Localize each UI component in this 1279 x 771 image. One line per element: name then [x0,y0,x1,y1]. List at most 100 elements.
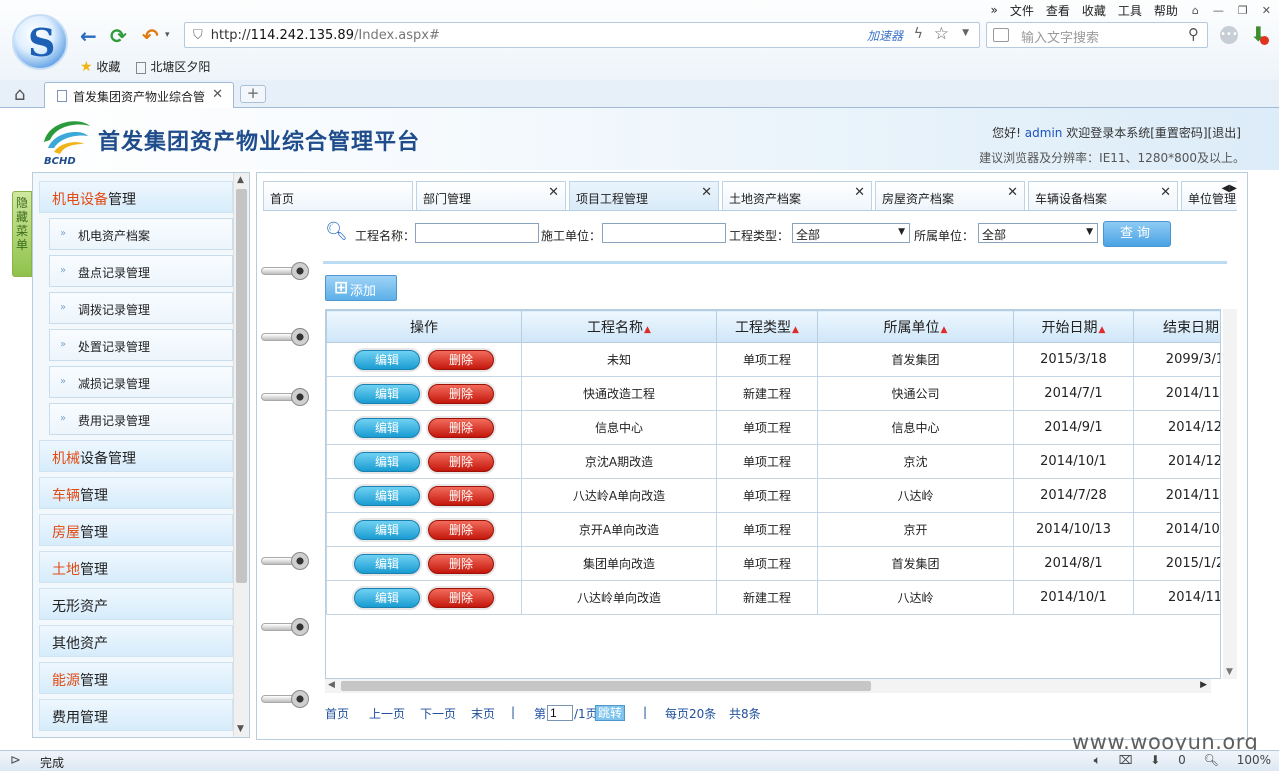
col-project-name[interactable]: 工程名称▲ [521,310,717,343]
undo-icon[interactable]: ↶ [142,24,159,48]
sidebar-toggle-icon[interactable]: ⊳ [10,753,21,768]
sidebar-item-loss[interactable]: » 减损记录管理 [49,366,233,398]
minimize-icon[interactable]: — [1213,4,1224,17]
edit-button[interactable]: 编辑 [354,383,420,404]
col-start-date[interactable]: 开始日期▲ [1013,310,1134,343]
delete-button[interactable]: 删除 [428,451,494,472]
delete-button[interactable]: 删除 [428,383,494,404]
sort-icon[interactable]: ▲ [792,325,799,335]
download-icon[interactable]: ⬇ [1250,22,1269,46]
sidebar-item-transfer[interactable]: » 调拨记录管理 [49,292,233,324]
address-dropdown-icon[interactable]: ▼ [962,28,969,38]
close-icon[interactable]: ✕ [701,185,712,200]
add-button[interactable]: ⊞ 添加 [325,275,397,301]
favorites-item[interactable]: ★ 收藏 [80,58,120,75]
menu-favorites[interactable]: 收藏 [1082,2,1106,19]
grid-scroll-thumb[interactable] [341,681,871,691]
delete-button[interactable]: 删除 [428,587,494,608]
sidebar-section-vehicle[interactable]: 车辆管理 [39,477,233,509]
col-org[interactable]: 所属单位▲ [817,310,1014,343]
scroll-up-icon[interactable]: ▲ [237,175,244,185]
grid-horizontal-scrollbar[interactable]: ◀ ▶ [325,679,1211,693]
delete-button[interactable]: 删除 [428,519,494,540]
sort-icon[interactable]: ▲ [644,325,651,335]
scroll-left-icon[interactable]: ◀ [328,680,335,690]
undo-dropdown-icon[interactable]: ▾ [165,30,170,40]
sidebar-section-other[interactable]: 其他资产 [39,625,233,657]
sidebar-section-mech-elec[interactable]: 机电设备管理 [39,181,233,213]
sidebar-item-asset-archive[interactable]: » 机电资产档案 [49,218,233,250]
close-icon[interactable]: ✕ [1160,185,1171,200]
last-page-link[interactable]: 末页 [471,705,495,722]
sidebar-item-inventory[interactable]: » 盘点记录管理 [49,255,233,287]
sidebar-section-energy[interactable]: 能源管理 [39,662,233,694]
reset-password-link[interactable]: [重置密码] [1150,126,1207,140]
delete-button[interactable]: 删除 [428,485,494,506]
edit-button[interactable]: 编辑 [354,451,420,472]
sidebar-section-land[interactable]: 土地管理 [39,551,233,583]
extension-icon[interactable]: ••• [1220,26,1238,44]
tab-land-archive[interactable]: 土地资产档案 ✕ [722,181,872,210]
close-icon[interactable]: ✕ [854,185,865,200]
briefcase-icon[interactable]: ⌧ [1119,753,1133,767]
sort-icon[interactable]: ▲ [941,325,948,335]
org-select[interactable]: 全部 ▼ [978,223,1098,243]
tab-project[interactable]: 项目工程管理 ✕ [569,181,719,210]
zoom-level[interactable]: 🔍︎ 100% [1204,753,1271,767]
menu-tools[interactable]: 工具 [1118,2,1142,19]
edit-button[interactable]: 编辑 [354,587,420,608]
tab-vehicle-archive[interactable]: 车辆设备档案 ✕ [1028,181,1178,210]
restore-icon[interactable]: ❐ [1238,4,1248,17]
col-project-type[interactable]: 工程类型▲ [716,310,818,343]
tab-house-archive[interactable]: 房屋资产档案 ✕ [875,181,1025,210]
favorites-item[interactable]: 北塘区夕阳 [136,58,210,75]
search-icon[interactable]: ⚲ [1188,25,1199,43]
new-tab-button[interactable]: + [240,85,266,103]
edit-button[interactable]: 编辑 [354,519,420,540]
logout-link[interactable]: [退出] [1208,126,1241,140]
project-name-input[interactable] [415,223,539,243]
scroll-down-icon[interactable]: ▼ [237,724,244,734]
close-tab-icon[interactable]: ✕ [212,87,223,102]
scroll-down-icon[interactable]: ▼ [1226,667,1233,677]
search-input[interactable]: 输入文字搜索 ⚲ [986,22,1208,48]
next-page-link[interactable]: 下一页 [420,705,456,722]
refresh-icon[interactable]: ⟳ [110,24,127,48]
back-icon[interactable]: ← [80,24,97,48]
browser-logo-icon[interactable] [12,14,68,70]
volume-icon[interactable]: 🔈︎ [1094,753,1101,767]
grid-vertical-scrollbar[interactable]: ▼ [1223,309,1237,679]
sidebar-section-intangible[interactable]: 无形资产 [39,588,233,620]
edit-button[interactable]: 编辑 [354,417,420,438]
delete-button[interactable]: 删除 [428,349,494,370]
edit-button[interactable]: 编辑 [354,485,420,506]
hide-menu-tab[interactable]: 隐藏菜单 [12,191,32,277]
sidebar-item-disposal[interactable]: » 处置记录管理 [49,329,233,361]
skin-icon[interactable]: ⌂ [1192,4,1199,17]
tab-home[interactable]: 首页 [263,181,413,210]
accelerator-label[interactable]: 加速器 [867,27,903,44]
close-icon[interactable]: ✕ [548,185,559,200]
close-window-icon[interactable]: ✕ [1262,4,1271,17]
sidebar-scroll-thumb[interactable] [236,189,247,583]
menu-view[interactable]: 查看 [1046,2,1070,19]
edit-button[interactable]: 编辑 [354,553,420,574]
home-icon[interactable]: ⌂ [14,84,25,105]
address-url[interactable]: http://114.242.135.89/Index.aspx# [211,28,440,43]
query-button[interactable]: 查询 [1103,221,1171,247]
menu-file[interactable]: 文件 [1010,2,1034,19]
close-icon[interactable]: ✕ [1007,185,1018,200]
sidebar-scrollbar[interactable]: ▲ ▼ [233,173,249,737]
menu-more-icon[interactable]: » [991,3,998,17]
tab-department[interactable]: 部门管理 ✕ [416,181,566,210]
prev-page-link[interactable]: 上一页 [369,705,405,722]
delete-button[interactable]: 删除 [428,553,494,574]
sidebar-item-expense[interactable]: » 费用记录管理 [49,403,233,435]
sidebar-section-house[interactable]: 房屋管理 [39,514,233,546]
browser-tab[interactable]: 首发集团资产物业综合管 ✕ [44,82,234,108]
sidebar-section-machinery[interactable]: 机械设备管理 [39,440,233,472]
address-bar[interactable]: ⛉ http://114.242.135.89/Index.aspx# 加速器 … [184,22,980,48]
sort-icon[interactable]: ▲ [1220,325,1221,335]
tab-scroll-arrows-icon[interactable]: ◀▶ [1222,183,1237,194]
bolt-icon[interactable]: ϟ [914,26,923,42]
